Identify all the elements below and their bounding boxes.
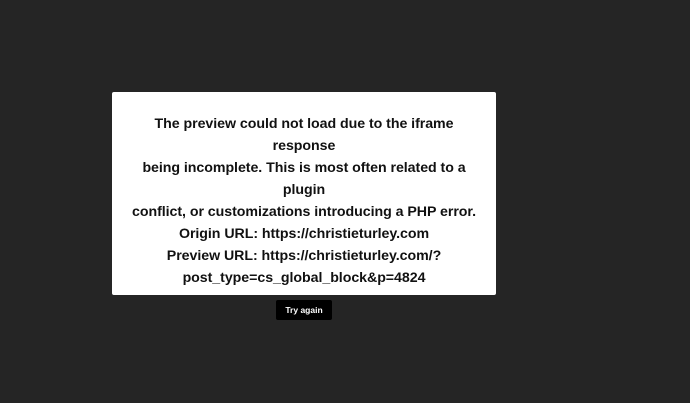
error-message-line: The preview could not load due to the if…: [154, 116, 454, 154]
preview-url-line: Preview URL: https://christieturley.com/…: [166, 248, 442, 264]
error-message-line: conflict, or customizations introducing …: [132, 204, 476, 220]
try-again-button[interactable]: Try again: [276, 300, 332, 320]
preview-error-dialog: The preview could not load due to the if…: [112, 92, 496, 320]
preview-url-line-continued: post_type=cs_global_block&p=4824: [182, 270, 426, 286]
origin-url-line: Origin URL: https://christieturley.com: [178, 226, 430, 242]
error-message-line: being incomplete. This is most often rel…: [142, 160, 466, 198]
error-message: The preview could not load due to the if…: [130, 113, 478, 289]
